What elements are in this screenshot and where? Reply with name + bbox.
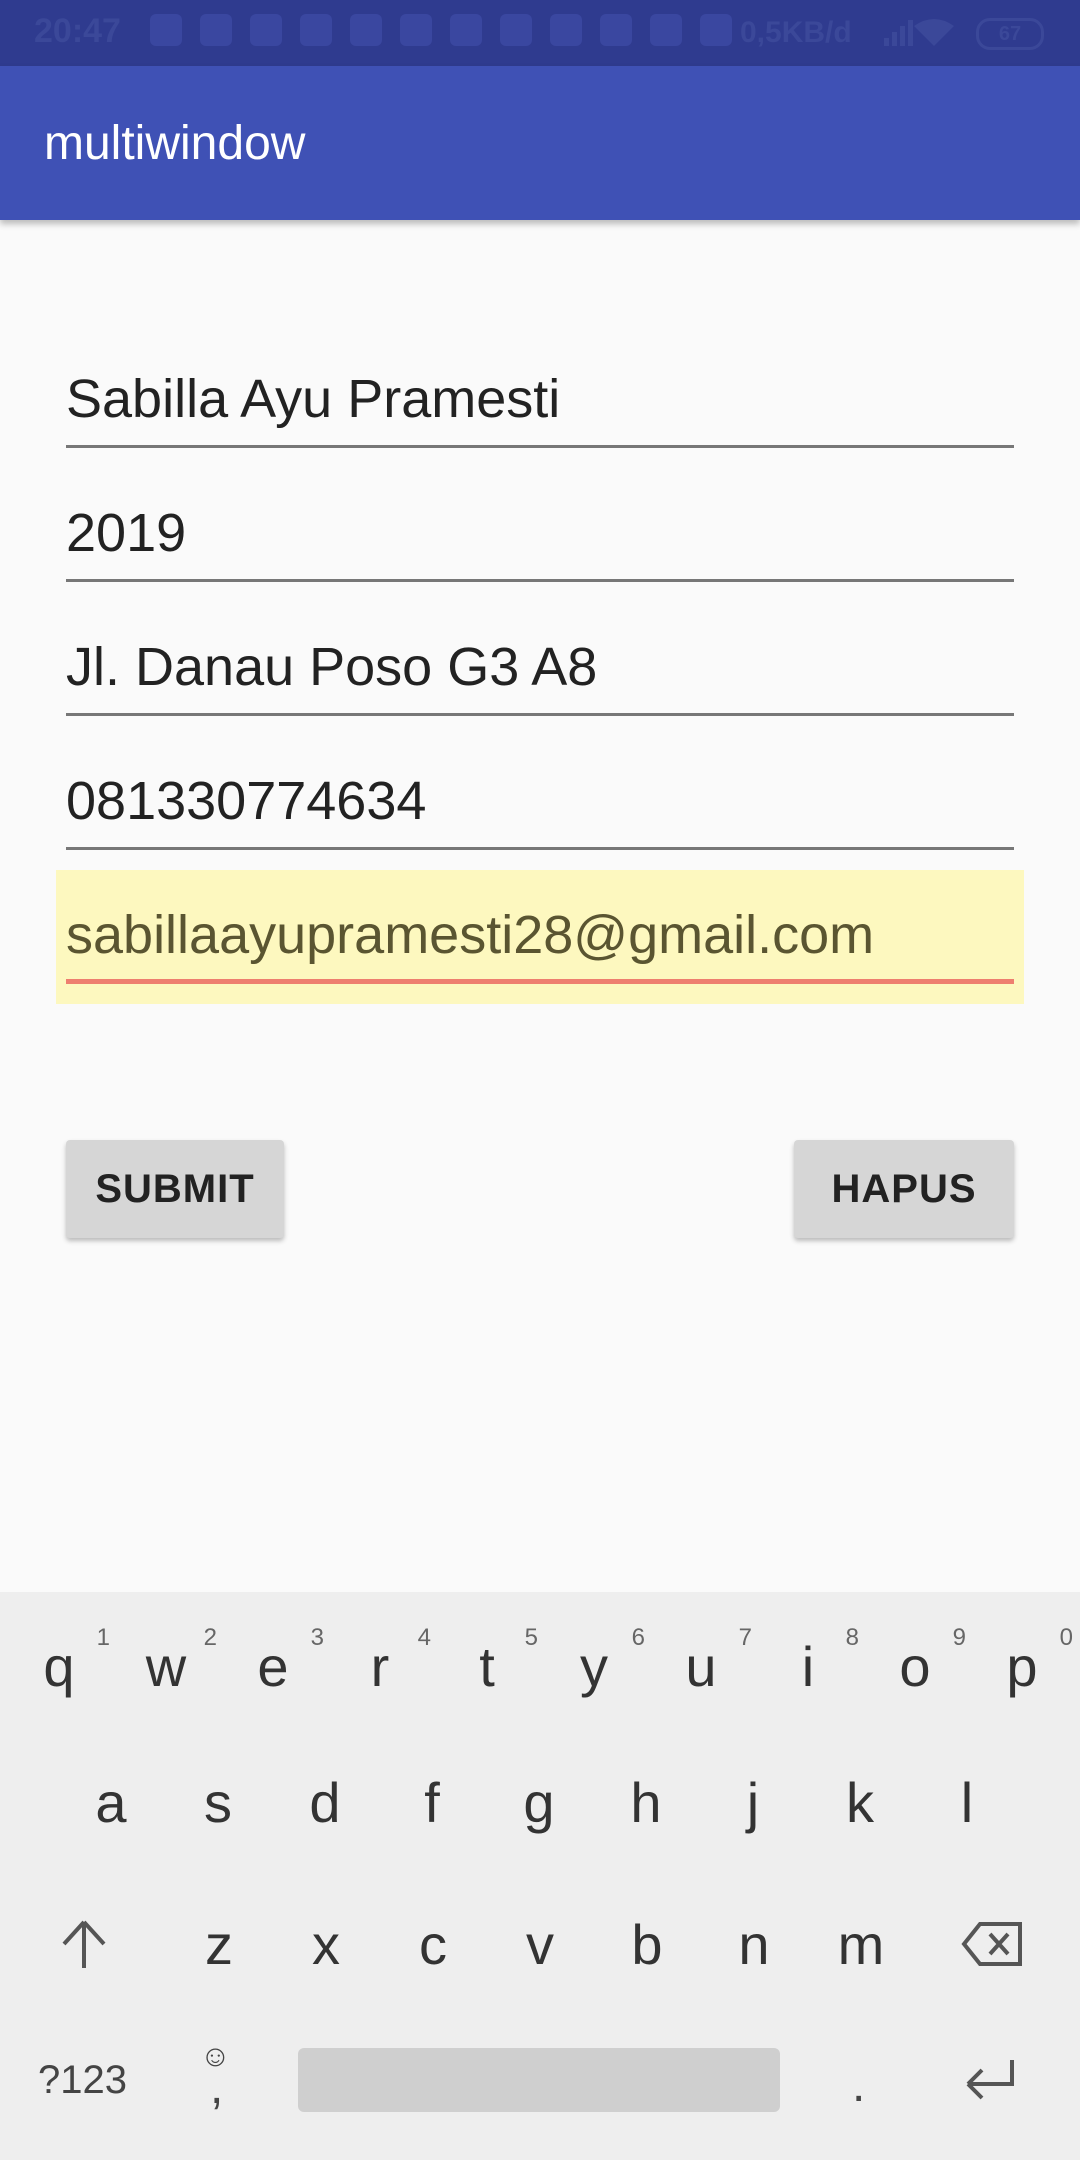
key-number-hint: 9: [952, 1624, 966, 1651]
network-speed: 0,5KB/d: [740, 16, 852, 49]
key-l[interactable]: l: [922, 1770, 1012, 1835]
hapus-button[interactable]: HAPUS: [794, 1140, 1014, 1238]
year-field[interactable]: 2019: [66, 472, 1014, 582]
key-n[interactable]: n: [709, 1912, 799, 1977]
period-key[interactable]: .: [852, 2058, 865, 2113]
key-letter: q: [43, 1635, 75, 1698]
field-underline-focused: [66, 979, 1014, 984]
key-number-hint: 0: [1059, 1624, 1073, 1651]
key-letter: i: [801, 1635, 815, 1698]
year-value: 2019: [66, 503, 187, 563]
backspace-icon[interactable]: [960, 1920, 1024, 1968]
key-y[interactable]: y6: [549, 1624, 645, 1699]
key-z[interactable]: z: [174, 1912, 264, 1977]
key-c[interactable]: c: [388, 1912, 478, 1977]
space-key[interactable]: [298, 2048, 780, 2112]
app-icon: [250, 14, 282, 46]
key-e[interactable]: e3: [228, 1624, 324, 1699]
field-underline: [66, 713, 1014, 716]
key-r[interactable]: r4: [335, 1624, 431, 1699]
play-store-icon: [700, 14, 732, 46]
save-icon: [300, 14, 332, 46]
warning-icon: [400, 14, 432, 46]
key-letter: w: [145, 1635, 187, 1698]
key-letter: t: [479, 1635, 495, 1698]
key-f[interactable]: f: [387, 1770, 477, 1835]
comma-key[interactable]: ,: [210, 2060, 223, 2115]
key-number-hint: 5: [524, 1624, 538, 1651]
app-icon: [650, 14, 682, 46]
key-a[interactable]: a: [66, 1770, 156, 1835]
field-underline: [66, 445, 1014, 448]
key-w[interactable]: w2: [121, 1624, 217, 1699]
shift-icon[interactable]: [58, 1916, 110, 1972]
key-number-hint: 1: [96, 1624, 110, 1651]
address-value: Jl. Danau Poso G3 A8: [66, 637, 598, 697]
key-j[interactable]: j: [708, 1770, 798, 1835]
status-bar: 20:47 0,5KB/d 67: [0, 0, 1080, 66]
key-q[interactable]: q1: [14, 1624, 110, 1699]
status-time: 20:47: [34, 12, 121, 50]
key-x[interactable]: x: [281, 1912, 371, 1977]
wifi-icon: [914, 19, 954, 46]
app-icon: [550, 14, 582, 46]
key-number-hint: 3: [310, 1624, 324, 1651]
key-g[interactable]: g: [494, 1770, 584, 1835]
key-number-hint: 4: [417, 1624, 431, 1651]
key-k[interactable]: k: [815, 1770, 905, 1835]
whatsapp-icon: [150, 14, 182, 46]
submit-button[interactable]: SUBMIT: [66, 1140, 284, 1238]
key-m[interactable]: m: [816, 1912, 906, 1977]
address-field[interactable]: Jl. Danau Poso G3 A8: [66, 606, 1014, 716]
key-t[interactable]: t5: [442, 1624, 538, 1699]
mail-icon: [450, 14, 482, 46]
key-number-hint: 8: [845, 1624, 859, 1651]
key-number-hint: 2: [203, 1624, 217, 1651]
key-letter: p: [1006, 1635, 1038, 1698]
key-letter: o: [899, 1635, 931, 1698]
name-value: Sabilla Ayu Pramesti: [66, 369, 561, 429]
key-d[interactable]: d: [280, 1770, 370, 1835]
page-title: multiwindow: [44, 117, 306, 170]
symbols-key[interactable]: ?123: [38, 2058, 127, 2103]
key-o[interactable]: o9: [870, 1624, 966, 1699]
name-field[interactable]: Sabilla Ayu Pramesti: [66, 338, 1014, 448]
battery-icon: 67: [976, 18, 1044, 50]
email-field[interactable]: sabillaayupramesti28@gmail.com: [66, 874, 1014, 984]
notification-icons: [150, 14, 732, 46]
enter-icon[interactable]: [960, 2054, 1020, 2100]
phone-value: 081330774634: [66, 771, 427, 831]
field-underline: [66, 847, 1014, 850]
app-icon: [500, 14, 532, 46]
key-p[interactable]: p0: [977, 1624, 1073, 1699]
twitter-icon: [600, 14, 632, 46]
key-v[interactable]: v: [495, 1912, 585, 1977]
key-u[interactable]: u7: [656, 1624, 752, 1699]
field-underline: [66, 579, 1014, 582]
instagram-icon: [350, 14, 382, 46]
key-h[interactable]: h: [601, 1770, 691, 1835]
key-b[interactable]: b: [602, 1912, 692, 1977]
key-s[interactable]: s: [173, 1770, 263, 1835]
key-letter: u: [685, 1635, 717, 1698]
key-letter: y: [580, 1635, 608, 1698]
key-letter: e: [257, 1635, 289, 1698]
app-bar: multiwindow: [0, 66, 1080, 220]
whatsapp-icon: [200, 14, 232, 46]
email-value: sabillaayupramesti28@gmail.com: [66, 905, 875, 965]
key-i[interactable]: i8: [763, 1624, 859, 1699]
key-number-hint: 7: [738, 1624, 752, 1651]
phone-field[interactable]: 081330774634: [66, 740, 1014, 850]
key-number-hint: 6: [631, 1624, 645, 1651]
key-letter: r: [370, 1635, 390, 1698]
